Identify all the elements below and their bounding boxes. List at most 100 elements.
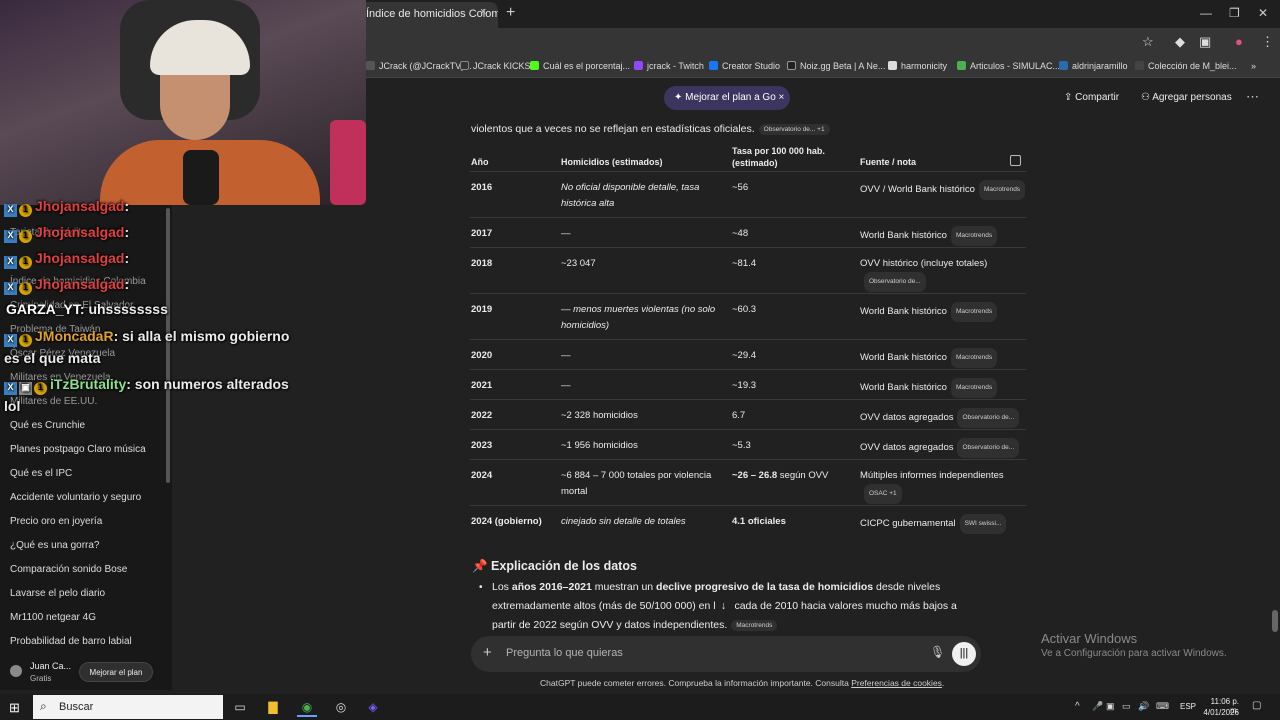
bookmark-item[interactable]: JCrack (@JCrackTV)... (366, 61, 472, 71)
badge-icon: 1 (19, 256, 32, 269)
source-chip[interactable]: Observatorio de... (957, 438, 1020, 458)
profile-icon[interactable]: ● (1235, 34, 1243, 49)
sidebar-chat-item[interactable]: ¿Qué es una gorra? (10, 540, 100, 551)
cell-rate: ~81.4 (732, 258, 757, 269)
section-title: 📌 Explicación de los datos (472, 559, 637, 573)
bookmark-item[interactable]: jcrack - Twitch (634, 61, 704, 71)
volume-icon[interactable]: 🔊 (1138, 701, 1149, 712)
intro-line: violentos que a veces no se reflejan en … (471, 123, 830, 135)
source-chip[interactable]: Observatorio de... (957, 408, 1020, 428)
discord-icon[interactable]: ◈ (363, 697, 383, 717)
bookmark-item[interactable]: Cuál es el porcentaj... (530, 61, 630, 71)
twitch-favicon-icon (634, 61, 643, 70)
bookmark-star-icon[interactable]: ☆ (1142, 34, 1154, 50)
facebook-favicon-icon (709, 61, 718, 70)
sidebar-chat-item[interactable]: Comparación sonido Bose (10, 564, 127, 575)
voice-mode-button[interactable]: ||| (952, 642, 976, 666)
file-explorer-icon[interactable]: ▇ (263, 697, 283, 717)
obs-icon[interactable]: ◎ (331, 697, 351, 717)
cookie-preferences-link[interactable]: Preferencias de cookies (851, 678, 942, 688)
table-header: Tasa por 100 000 hab. (estimado) (732, 146, 825, 168)
cell-source: OVV datos agregados Observatorio de... (860, 438, 1020, 458)
taskbar-search[interactable]: Buscar (33, 695, 223, 719)
extensions-puzzle-icon[interactable]: ▣ (1199, 34, 1211, 50)
new-tab-button[interactable]: + (506, 4, 515, 22)
close-promo-icon[interactable]: × (776, 92, 785, 103)
bookmarks-overflow-icon[interactable]: » (1251, 61, 1256, 71)
upgrade-plan-button[interactable]: Mejorar el plan (79, 662, 153, 682)
restore-icon[interactable]: ❐ (1229, 6, 1240, 20)
bookmark-item[interactable]: harmonicity (888, 61, 947, 71)
sidebar-chat-item[interactable]: Mr1100 netgear 4G (10, 612, 96, 623)
sidebar-chat-item[interactable]: Lavarse el pelo diario (10, 588, 105, 599)
add-people-button[interactable]: ⚇ Agregar personas (1141, 92, 1232, 103)
tray-app-icon[interactable]: ▣ (1106, 701, 1115, 712)
sidebar-chat-item[interactable]: Probabilidad de barro labial (10, 636, 132, 647)
scroll-down-arrow-icon[interactable]: ↓ (716, 600, 732, 612)
chrome-icon[interactable]: ◉ (297, 697, 317, 717)
clock-date[interactable]: 4/01/2026 (1203, 708, 1239, 717)
bookmark-item[interactable]: Creator Studio (709, 61, 780, 71)
cell-year: 2021 (471, 380, 493, 391)
cell-source: World Bank histórico Macrotrends (860, 226, 998, 246)
cell-year: 2024 (gobierno) (471, 516, 542, 527)
bookmark-item[interactable]: Articulos - SIMULAC... (957, 61, 1060, 71)
cell-rate: ~5.3 (732, 440, 751, 451)
keyboard-icon[interactable]: ⌨ (1156, 701, 1169, 712)
disclaimer: ChatGPT puede cometer errores. Comprueba… (540, 678, 945, 688)
bookmark-item[interactable]: Noiz.gg Beta | A Ne... (787, 61, 885, 71)
cell-year: 2024 (471, 470, 493, 481)
source-chip[interactable]: Macrotrends (950, 378, 998, 398)
notifications-icon[interactable]: ▢ (1252, 700, 1261, 711)
copy-table-icon[interactable] (1010, 155, 1021, 166)
cell-rate: ~19.3 (732, 380, 757, 391)
sidebar-chat-item[interactable]: Precio oro en joyería (10, 516, 102, 527)
sidebar-chat-item[interactable]: Planes postpago Claro música (10, 444, 146, 455)
search-icon: ⌕ (40, 699, 47, 713)
user-name[interactable]: Juan Ca... (30, 661, 71, 671)
extension-diamond-icon[interactable]: ◆ (1175, 34, 1185, 50)
network-icon[interactable]: ▭ (1122, 701, 1131, 712)
table-header: Año (471, 157, 489, 167)
more-options-icon[interactable]: ⋯ (1246, 89, 1259, 105)
cell-year: 2018 (471, 258, 493, 269)
tray-chevron-icon[interactable]: ^ (1075, 701, 1080, 712)
user-avatar[interactable] (10, 665, 22, 677)
bookmark-item[interactable]: aldrinjaramillo (1059, 61, 1128, 71)
minimize-icon[interactable]: — (1200, 6, 1212, 20)
source-chip[interactable]: SWI swissi... (959, 514, 1007, 534)
prompt-input[interactable] (506, 647, 806, 659)
source-chip[interactable]: Macrotrends (731, 620, 778, 631)
upgrade-promo-pill[interactable]: ✦ Mejorar el plan a Go × (664, 86, 790, 110)
task-view-icon[interactable]: ▭ (230, 697, 250, 717)
sidebar-chat-item[interactable]: Militares de EE.UU. (10, 396, 97, 407)
bookmark-item[interactable]: JCrack KICKS (460, 61, 531, 71)
sidebar-chat-item[interactable]: Qué es el IPC (10, 468, 72, 479)
language-indicator[interactable]: ESP (1180, 702, 1196, 711)
source-chip[interactable]: Observatorio de... +1 (758, 124, 830, 135)
table-divider (470, 459, 1026, 460)
table-divider (470, 429, 1026, 430)
source-chip[interactable]: Macrotrends (950, 226, 998, 246)
tray-mic-icon[interactable]: 🎤 (1092, 701, 1103, 712)
sidebar-chat-item[interactable]: Accidente voluntario y seguro (10, 492, 141, 503)
source-chip[interactable]: Macrotrends (950, 302, 998, 322)
source-chip[interactable]: Macrotrends (978, 180, 1026, 200)
browser-menu-icon[interactable]: ⋮ (1261, 34, 1274, 50)
main-scrollbar[interactable] (1272, 610, 1278, 632)
bookmark-item[interactable]: Colección de M_blei... (1135, 61, 1237, 71)
cell-rate: ~26 – 26.8 según OVV (732, 470, 829, 481)
source-chip[interactable]: Observatorio de... (864, 272, 926, 292)
tab-close-icon[interactable]: × (480, 6, 486, 18)
microphone-icon[interactable]: 🎙 (930, 645, 945, 659)
windows-start-icon[interactable]: ⊞ (9, 700, 20, 716)
add-attachment-icon[interactable]: + (483, 644, 492, 661)
close-window-icon[interactable]: ✕ (1258, 6, 1268, 20)
bookmark-favicon-icon (787, 61, 796, 70)
share-button[interactable]: ⇪ Compartir (1064, 92, 1119, 103)
sidebar-chat-item[interactable]: Qué es Crunchie (10, 420, 85, 431)
active-tab[interactable]: Índice de homicidios Colombia (356, 2, 498, 28)
cell-source: World Bank histórico Macrotrends (860, 348, 998, 368)
source-chip[interactable]: Macrotrends (950, 348, 998, 368)
source-chip[interactable]: OSAC +1 (864, 484, 902, 504)
